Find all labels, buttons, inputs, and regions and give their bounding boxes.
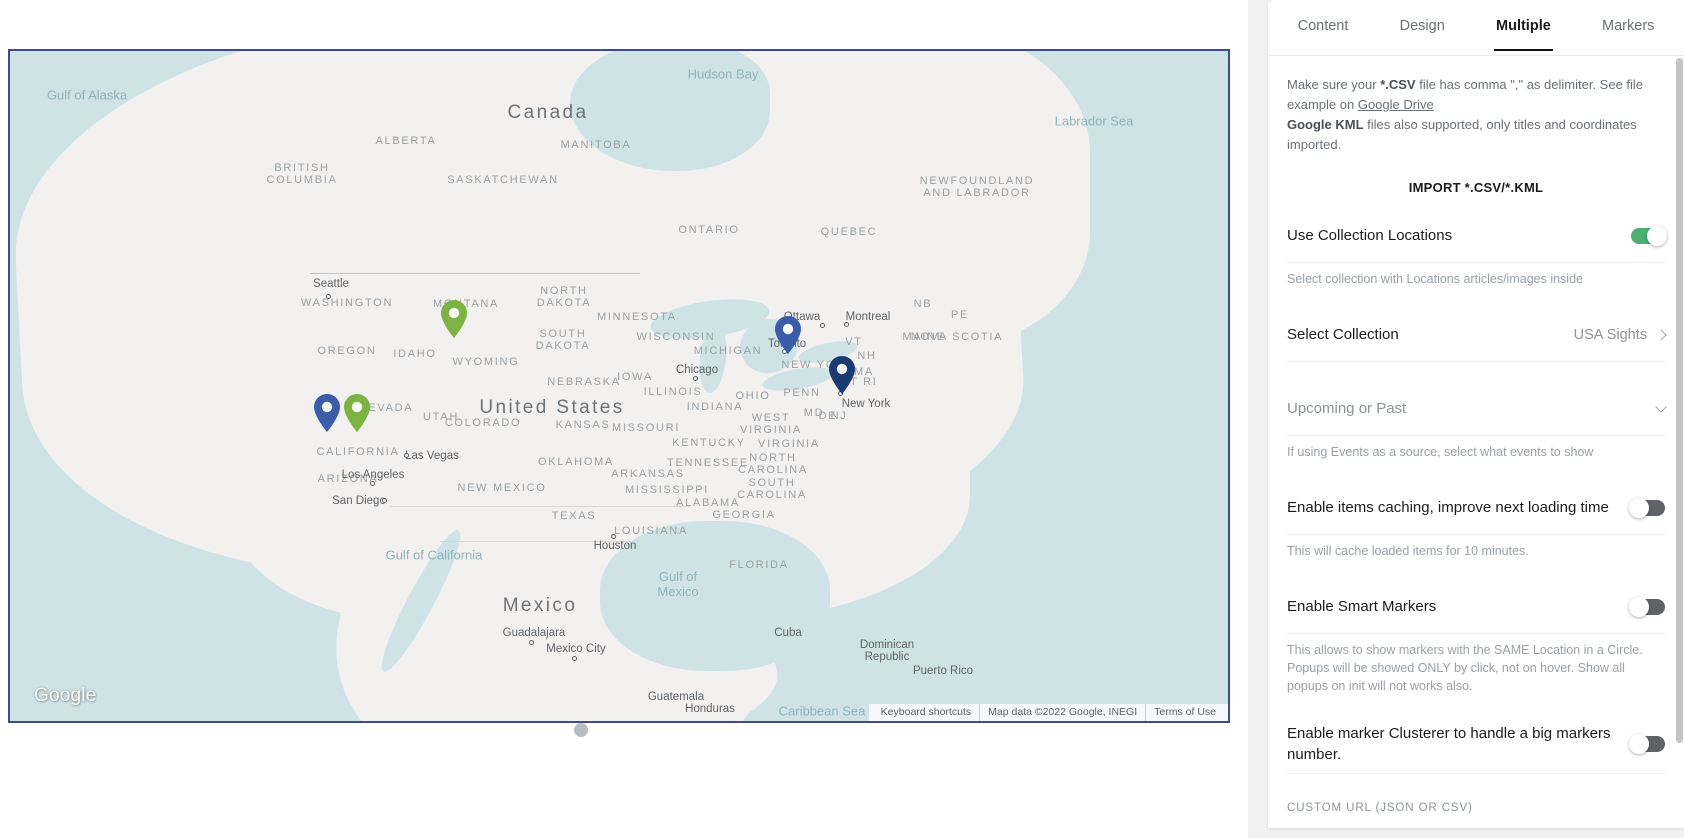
select-collection-label: Select Collection <box>1287 326 1399 343</box>
use-collection-locations-label: Use Collection Locations <box>1287 227 1453 244</box>
row-marker-clusterer[interactable]: Enable marker Clusterer to handle a big … <box>1287 715 1665 774</box>
items-caching-label: Enable items caching, improve next loadi… <box>1287 499 1609 516</box>
map-label-city: Puerto Rico <box>912 665 974 677</box>
use-collection-locations-hint: Select collection with Locations article… <box>1287 272 1583 286</box>
tab-content[interactable]: Content <box>1272 0 1374 50</box>
tab-design[interactable]: Design <box>1374 0 1470 50</box>
map-city-dot <box>611 534 616 539</box>
toggle-knob <box>1629 734 1649 754</box>
map-label-water: Gulf of Alaska <box>46 87 128 103</box>
row-select-collection[interactable]: Select Collection USA Sights <box>1287 308 1667 362</box>
select-collection-value-group[interactable]: USA Sights <box>1573 326 1667 343</box>
marker-montana[interactable] <box>441 300 467 338</box>
map-resize-handle[interactable] <box>574 723 588 737</box>
toggle-knob <box>1629 497 1649 518</box>
marker-clusterer-toggle[interactable] <box>1629 734 1665 754</box>
toggle-knob <box>1647 225 1667 246</box>
instructions-pre: Make sure your <box>1287 77 1381 92</box>
settings-card: Content Design Multiple Markers Make sure y… <box>1268 0 1684 828</box>
row-smart-markers[interactable]: Enable Smart Markers <box>1287 580 1665 634</box>
panel-scrollbar-thumb[interactable] <box>1676 58 1683 743</box>
row-use-collection-locations[interactable]: Use Collection Locations <box>1287 209 1667 263</box>
map-city-dot <box>370 481 375 486</box>
csv-import-instructions: Make sure your *.CSV file has comma "," … <box>1287 57 1665 155</box>
map-city-dot <box>820 323 825 328</box>
kml-keyword: Google KML <box>1287 117 1364 132</box>
map-city-dot <box>404 453 409 458</box>
row-upcoming-or-past[interactable]: Upcoming or Past <box>1287 382 1667 436</box>
select-collection-value: USA Sights <box>1573 326 1647 343</box>
use-collection-locations-toggle[interactable] <box>1631 225 1667 246</box>
chevron-right-icon <box>1655 328 1667 341</box>
csv-keyword: *.CSV <box>1380 77 1416 92</box>
tab-markers[interactable]: Markers <box>1576 0 1680 50</box>
items-caching-hint: This will cache loaded items for 10 minu… <box>1287 544 1529 558</box>
road-line <box>440 541 630 542</box>
toggle-knob <box>1629 596 1649 617</box>
map-city-dot <box>844 322 849 327</box>
panel-body: Make sure your *.CSV file has comma "," … <box>1268 57 1684 828</box>
map-attribution-item[interactable]: Map data ©2022 Google, INEGI <box>979 704 1145 721</box>
map-attribution-item[interactable]: Terms of Use <box>1145 704 1224 721</box>
smart-markers-hint: This allows to show markers with the SAM… <box>1287 643 1643 693</box>
water-gulf-of-mexico <box>600 521 830 671</box>
panel-scrollbar-track[interactable] <box>1676 58 1683 828</box>
google-drive-link[interactable]: Google Drive <box>1358 97 1434 112</box>
google-map-canvas[interactable]: Canada United States Mexico Gulf of Alaska H… <box>10 51 1228 721</box>
upcoming-or-past-hint: If using Events as a source, select what… <box>1287 445 1594 459</box>
import-csv-kml-button[interactable]: IMPORT *.CSV/*.KML <box>1287 172 1665 203</box>
map-frame[interactable]: Canada United States Mexico Gulf of Alaska H… <box>8 49 1230 723</box>
map-attribution-item[interactable]: Keyboard shortcuts <box>873 704 979 721</box>
marker-newyork[interactable] <box>829 356 855 394</box>
settings-side-panel: Content Design Multiple Markers Make sure y… <box>1248 0 1684 838</box>
google-logo: Google <box>34 685 97 706</box>
marker-nevada[interactable] <box>344 394 370 432</box>
chevron-down-icon <box>1655 400 1667 413</box>
map-label-city: Dominican Republic <box>859 639 915 663</box>
upcoming-or-past-label: Upcoming or Past <box>1287 400 1407 417</box>
border-us-canada <box>310 273 640 274</box>
upcoming-or-past-value-group[interactable] <box>1655 400 1667 415</box>
custom-url-section-title: CUSTOM URL (JSON OR CSV) <box>1287 802 1473 814</box>
map-city-dot <box>572 656 577 661</box>
tab-multiple[interactable]: Multiple <box>1470 0 1576 51</box>
map-city-dot <box>326 294 331 299</box>
app-root: Canada United States Mexico Gulf of Alaska H… <box>0 0 1684 838</box>
map-city-dot <box>693 376 698 381</box>
marker-clusterer-label: Enable marker Clusterer to handle a big … <box>1287 725 1611 763</box>
marker-california[interactable] <box>314 394 340 432</box>
row-items-caching[interactable]: Enable items caching, improve next loadi… <box>1287 481 1665 535</box>
items-caching-toggle[interactable] <box>1629 497 1665 518</box>
map-attribution-bar: Keyboard shortcuts Map data ©2022 Google,… <box>868 704 1228 721</box>
panel-tabs[interactable]: Content Design Multiple Markers <box>1268 0 1684 56</box>
map-label-water: Caribbean Sea <box>778 703 866 719</box>
map-city-dot <box>529 640 534 645</box>
road-line <box>390 506 690 507</box>
smart-markers-label: Enable Smart Markers <box>1287 598 1437 615</box>
map-city-dot <box>382 498 387 503</box>
map-panel: Canada United States Mexico Gulf of Alaska H… <box>0 0 1248 838</box>
smart-markers-toggle[interactable] <box>1629 596 1665 617</box>
marker-toronto[interactable] <box>775 316 801 354</box>
